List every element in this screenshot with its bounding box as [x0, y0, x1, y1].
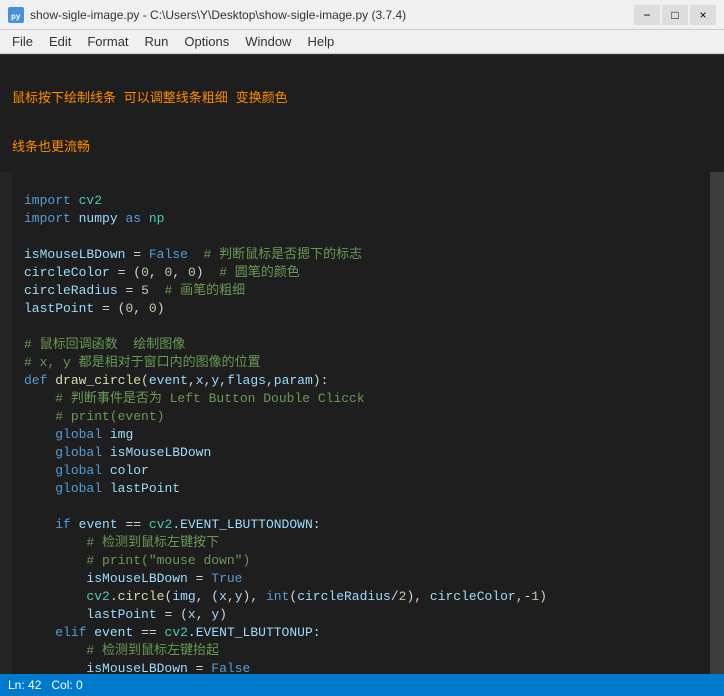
maximize-button[interactable]: □ — [662, 5, 688, 25]
close-button[interactable]: × — [690, 5, 716, 25]
list-item — [16, 318, 32, 336]
list-item: # 检测到鼠标左键抬起 — [16, 642, 219, 660]
list-item: # 检测到鼠标左键按下 — [16, 534, 219, 552]
editor-container: import cv2import numpy as np isMouseLBDo… — [0, 172, 724, 674]
list-item: if event == cv2.EVENT_LBUTTONDOWN: — [16, 516, 321, 534]
table-row: # 检测到鼠标左键抬起 — [12, 642, 710, 660]
table-row: def draw_circle(event,x,y,flags,param): — [12, 372, 710, 390]
list-item: # 判断事件是否为 Left Button Double Clicck — [16, 390, 365, 408]
minimize-button[interactable]: − — [634, 5, 660, 25]
gutter — [0, 172, 12, 674]
annotation-line1: 鼠标按下绘制线条 可以调整线条粗细 变换颜色 — [12, 87, 712, 106]
list-item: global color — [16, 462, 149, 480]
table-row: circleRadius = 5 # 画笔的粗细 — [12, 282, 710, 300]
list-item: def draw_circle(event,x,y,flags,param): — [16, 372, 328, 390]
table-row — [12, 498, 710, 516]
menu-item-help[interactable]: Help — [299, 32, 342, 51]
table-row: global color — [12, 462, 710, 480]
table-row: circleColor = (0, 0, 0) # 圆笔的颜色 — [12, 264, 710, 282]
list-item: # 鼠标回调函数 绘制图像 — [16, 336, 185, 354]
status-bar: Ln: 42 Col: 0 — [0, 674, 724, 696]
table-row: # print("mouse down") — [12, 552, 710, 570]
code-area[interactable]: import cv2import numpy as np isMouseLBDo… — [12, 172, 710, 674]
menu-item-file[interactable]: File — [4, 32, 41, 51]
table-row — [12, 318, 710, 336]
list-item: import numpy as np — [16, 210, 164, 228]
list-item — [16, 228, 32, 246]
menu-item-edit[interactable]: Edit — [41, 32, 79, 51]
table-row: cv2.circle(img, (x,y), int(circleRadius/… — [12, 588, 710, 606]
list-item: isMouseLBDown = False # 判断鼠标是否摁下的标志 — [16, 246, 362, 264]
table-row: # print(event) — [12, 408, 710, 426]
table-row: # 判断事件是否为 Left Button Double Clicck — [12, 390, 710, 408]
status-left: Ln: 42 Col: 0 — [8, 678, 83, 692]
window-title: show-sigle-image.py - C:\Users\Y\Desktop… — [30, 8, 634, 22]
table-row: if event == cv2.EVENT_LBUTTONDOWN: — [12, 516, 710, 534]
menu-item-run[interactable]: Run — [137, 32, 177, 51]
table-row: isMouseLBDown = False # 判断鼠标是否摁下的标志 — [12, 246, 710, 264]
table-row: isMouseLBDown = False — [12, 660, 710, 674]
list-item: cv2.circle(img, (x,y), int(circleRadius/… — [16, 588, 547, 606]
menu-bar: FileEditFormatRunOptionsWindowHelp — [0, 30, 724, 54]
list-item: # print(event) — [16, 408, 164, 426]
table-row: # 检测到鼠标左键按下 — [12, 534, 710, 552]
list-item — [16, 498, 32, 516]
menu-item-window[interactable]: Window — [237, 32, 299, 51]
list-item — [16, 174, 32, 192]
table-row: global isMouseLBDown — [12, 444, 710, 462]
menu-item-options[interactable]: Options — [176, 32, 237, 51]
list-item: isMouseLBDown = True — [16, 570, 243, 588]
app-icon: py — [8, 7, 24, 23]
list-item: global img — [16, 426, 133, 444]
list-item: # x, y 都是相对于窗口内的图像的位置 — [16, 354, 261, 372]
table-row: # 鼠标回调函数 绘制图像 — [12, 336, 710, 354]
list-item: # print("mouse down") — [16, 552, 250, 570]
annotation-line2: 线条也更流畅 — [12, 136, 712, 155]
status-col: Col: 0 — [51, 678, 82, 692]
table-row: import cv2 — [12, 192, 710, 210]
list-item: lastPoint = (x, y) — [16, 606, 227, 624]
table-row — [12, 174, 710, 192]
list-item: elif event == cv2.EVENT_LBUTTONUP: — [16, 624, 321, 642]
list-item: lastPoint = (0, 0) — [16, 300, 165, 318]
svg-text:py: py — [11, 13, 21, 21]
list-item: isMouseLBDown = False — [16, 660, 250, 674]
table-row: global lastPoint — [12, 480, 710, 498]
list-item: global lastPoint — [16, 480, 180, 498]
status-ln: Ln: 42 — [8, 678, 41, 692]
table-row: import numpy as np — [12, 210, 710, 228]
window-controls: − □ × — [634, 5, 716, 25]
table-row: isMouseLBDown = True — [12, 570, 710, 588]
table-row: elif event == cv2.EVENT_LBUTTONUP: — [12, 624, 710, 642]
list-item: global isMouseLBDown — [16, 444, 211, 462]
table-row — [12, 228, 710, 246]
table-row: lastPoint = (x, y) — [12, 606, 710, 624]
code-content: import cv2import numpy as np isMouseLBDo… — [12, 172, 710, 674]
scroll-markers — [710, 172, 724, 674]
list-item: circleColor = (0, 0, 0) # 圆笔的颜色 — [16, 264, 300, 282]
annotation-banner: 鼠标按下绘制线条 可以调整线条粗细 变换颜色 线条也更流畅 — [0, 54, 724, 172]
list-item: circleRadius = 5 # 画笔的粗细 — [16, 282, 245, 300]
table-row: global img — [12, 426, 710, 444]
title-bar: py show-sigle-image.py - C:\Users\Y\Desk… — [0, 0, 724, 30]
list-item: import cv2 — [16, 192, 102, 210]
menu-item-format[interactable]: Format — [79, 32, 136, 51]
table-row: lastPoint = (0, 0) — [12, 300, 710, 318]
table-row: # x, y 都是相对于窗口内的图像的位置 — [12, 354, 710, 372]
